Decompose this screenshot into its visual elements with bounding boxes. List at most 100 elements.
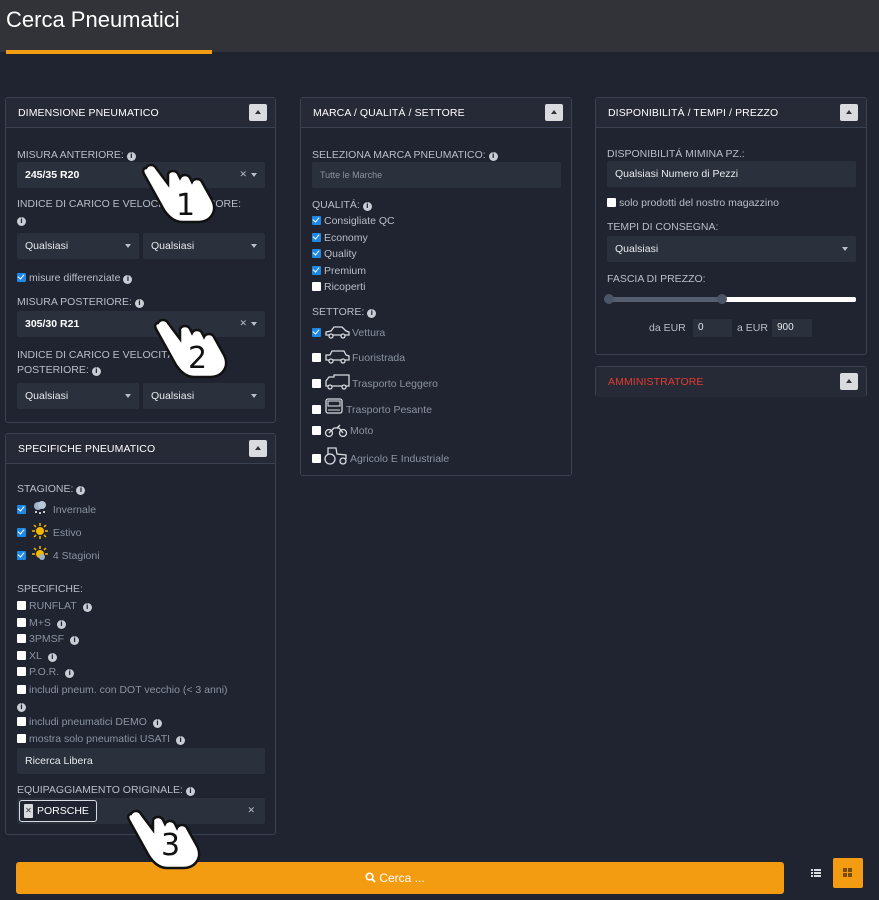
info-icon[interactable]: i	[82, 603, 92, 612]
settore-label: SETTORE: i	[312, 306, 377, 318]
truck-icon	[325, 398, 343, 414]
carico-posteriore-select[interactable]: Qualsiasi	[17, 383, 139, 409]
info-icon[interactable]: i	[367, 309, 377, 318]
info-icon[interactable]: i	[76, 486, 86, 495]
search-icon	[365, 872, 376, 883]
dot-vecchio-info: i	[14, 700, 26, 712]
info-icon[interactable]: i	[70, 636, 80, 645]
settore-agricolo-checkbox[interactable]: Agricolo E Industriale	[312, 447, 449, 465]
usati-checkbox[interactable]: mostra solo pneumatici USATI i	[17, 733, 186, 747]
grid-view-button[interactable]	[833, 858, 863, 888]
specifiche-collapse-button[interactable]	[249, 440, 267, 457]
gesture-1: 1	[138, 160, 228, 224]
amministratore-panel-title: AMMINISTRATORE	[608, 376, 704, 388]
fascia-label: FASCIA DI PREZZO:	[607, 273, 706, 285]
3pmsf-checkbox[interactable]: 3PMSF i	[17, 633, 80, 647]
dimensione-collapse-button[interactable]	[249, 104, 267, 121]
da-eur-value: 0	[698, 322, 704, 333]
disponibilita-panel-header: DISPONIBILITÁ / TEMPI / PREZZO	[596, 98, 866, 128]
info-icon[interactable]: i	[362, 202, 372, 211]
gesture-3-number: 3	[161, 828, 181, 863]
marca-collapse-button[interactable]	[545, 104, 563, 121]
misura-posteriore-value: 305/30 R21	[25, 318, 80, 330]
demo-checkbox[interactable]: includi pneumatici DEMO i	[17, 716, 162, 730]
misure-differenziate-checkbox[interactable]: misure differenziate i	[17, 272, 133, 286]
clear-icon[interactable]: ✕	[239, 169, 247, 180]
slider-max-handle[interactable]	[716, 294, 727, 304]
stagione-4stagioni-checkbox[interactable]: 4 Stagioni	[17, 546, 100, 562]
ricerca-libera-text: Ricerca Libera	[25, 755, 93, 767]
tempi-select[interactable]: Qualsiasi	[607, 236, 856, 262]
xl-checkbox[interactable]: XL i	[17, 650, 57, 664]
indice-anteriore-info: i	[14, 214, 26, 226]
qualita-ricoperti-checkbox[interactable]: Ricoperti	[312, 281, 365, 295]
settore-vettura-checkbox[interactable]: Vettura	[312, 325, 385, 339]
slider-min-handle[interactable]	[604, 294, 614, 304]
misura-anteriore-value: 245/35 R20	[25, 169, 80, 181]
qualita-consigliate-checkbox[interactable]: Consigliate QC	[312, 215, 395, 229]
specifiche-panel-header: SPECIFICHE PNEUMATICO	[6, 434, 275, 464]
page-header: Cerca Pneumatici	[0, 0, 879, 54]
info-icon[interactable]: i	[123, 275, 133, 284]
equipaggiamento-label: EQUIPAGGIAMENTO ORIGINALE: i	[17, 784, 195, 796]
page-title: Cerca Pneumatici	[6, 7, 180, 32]
misura-anteriore-label: MISURA ANTERIORE: i	[17, 149, 136, 161]
disponibilita-min-select[interactable]: Qualsiasi Numero di Pezzi	[607, 161, 856, 187]
marca-panel-header: MARCA / QUALITÁ / SETTORE	[301, 98, 571, 128]
amministratore-collapse-button[interactable]	[840, 373, 858, 390]
suv-icon	[325, 350, 350, 364]
info-icon[interactable]: i	[65, 669, 75, 678]
info-icon[interactable]: i	[17, 703, 26, 712]
velocita-anteriore-select[interactable]: Qualsiasi	[143, 233, 265, 259]
runflat-checkbox[interactable]: RUNFLAT i	[17, 600, 92, 614]
clear-icon[interactable]: ✕	[239, 318, 247, 329]
marca-label: SELEZIONA MARCA PNEUMATICO: i	[312, 149, 498, 161]
chevron-down-icon	[842, 247, 848, 251]
dimensione-panel-title: DIMENSIONE PNEUMATICO	[18, 107, 159, 119]
settore-fuoristrada-checkbox[interactable]: Fuoristrada	[312, 350, 405, 364]
info-icon[interactable]: i	[152, 719, 162, 728]
chevron-down-icon	[125, 394, 131, 398]
da-eur-input[interactable]: 0	[693, 319, 732, 337]
remove-tag-icon[interactable]: ✕	[24, 804, 33, 818]
dot-vecchio-checkbox[interactable]: includi pneum. con DOT vecchio (< 3 anni…	[17, 684, 228, 698]
equipaggiamento-tag-label: PORSCHE	[37, 805, 89, 817]
magazzino-checkbox[interactable]: solo prodotti del nostro magazzino	[607, 197, 779, 211]
info-icon[interactable]: i	[56, 620, 66, 629]
ricerca-libera-input[interactable]: Ricerca Libera	[17, 748, 265, 774]
list-icon	[811, 869, 821, 877]
qualita-economy-checkbox[interactable]: Economy	[312, 232, 368, 246]
info-icon[interactable]: i	[17, 217, 26, 226]
gesture-2-number: 2	[188, 341, 208, 376]
qualita-premium-checkbox[interactable]: Premium	[312, 265, 366, 279]
settore-moto-checkbox[interactable]: Moto	[312, 423, 373, 437]
ms-checkbox[interactable]: M+S i	[17, 617, 66, 631]
stagione-invernale-checkbox[interactable]: Invernale	[17, 500, 96, 516]
carico-anteriore-select[interactable]: Qualsiasi	[17, 233, 139, 259]
a-eur-input[interactable]: 900	[772, 319, 812, 337]
velocita-anteriore-value: Qualsiasi	[151, 240, 195, 252]
marca-select[interactable]: Tutte le Marche	[312, 162, 561, 188]
amministratore-panel-header[interactable]: AMMINISTRATORE	[596, 367, 866, 397]
stagione-estivo-checkbox[interactable]: Estivo	[17, 523, 81, 539]
price-range-slider[interactable]	[604, 292, 856, 306]
disponibilita-collapse-button[interactable]	[840, 104, 858, 121]
velocita-posteriore-select[interactable]: Qualsiasi	[143, 383, 265, 409]
tempi-value: Qualsiasi	[615, 243, 659, 255]
specifiche-label: SPECIFICHE:	[17, 583, 83, 595]
settore-pesante-checkbox[interactable]: Trasporto Pesante	[312, 398, 432, 416]
info-icon[interactable]: i	[134, 299, 144, 308]
por-checkbox[interactable]: P.O.R. i	[17, 666, 75, 680]
info-icon[interactable]: i	[126, 152, 136, 161]
qualita-quality-checkbox[interactable]: Quality	[312, 248, 357, 262]
slider-selected-range	[607, 297, 722, 302]
info-icon[interactable]: i	[47, 653, 57, 662]
settore-leggero-checkbox[interactable]: Trasporto Leggero	[312, 374, 438, 390]
info-icon[interactable]: i	[488, 152, 498, 161]
list-view-button[interactable]	[801, 858, 831, 888]
info-icon[interactable]: i	[185, 787, 195, 796]
clear-icon[interactable]: ✕	[247, 805, 255, 816]
info-icon[interactable]: i	[176, 736, 186, 745]
grid-icon	[843, 868, 852, 877]
info-icon[interactable]: i	[91, 367, 101, 376]
